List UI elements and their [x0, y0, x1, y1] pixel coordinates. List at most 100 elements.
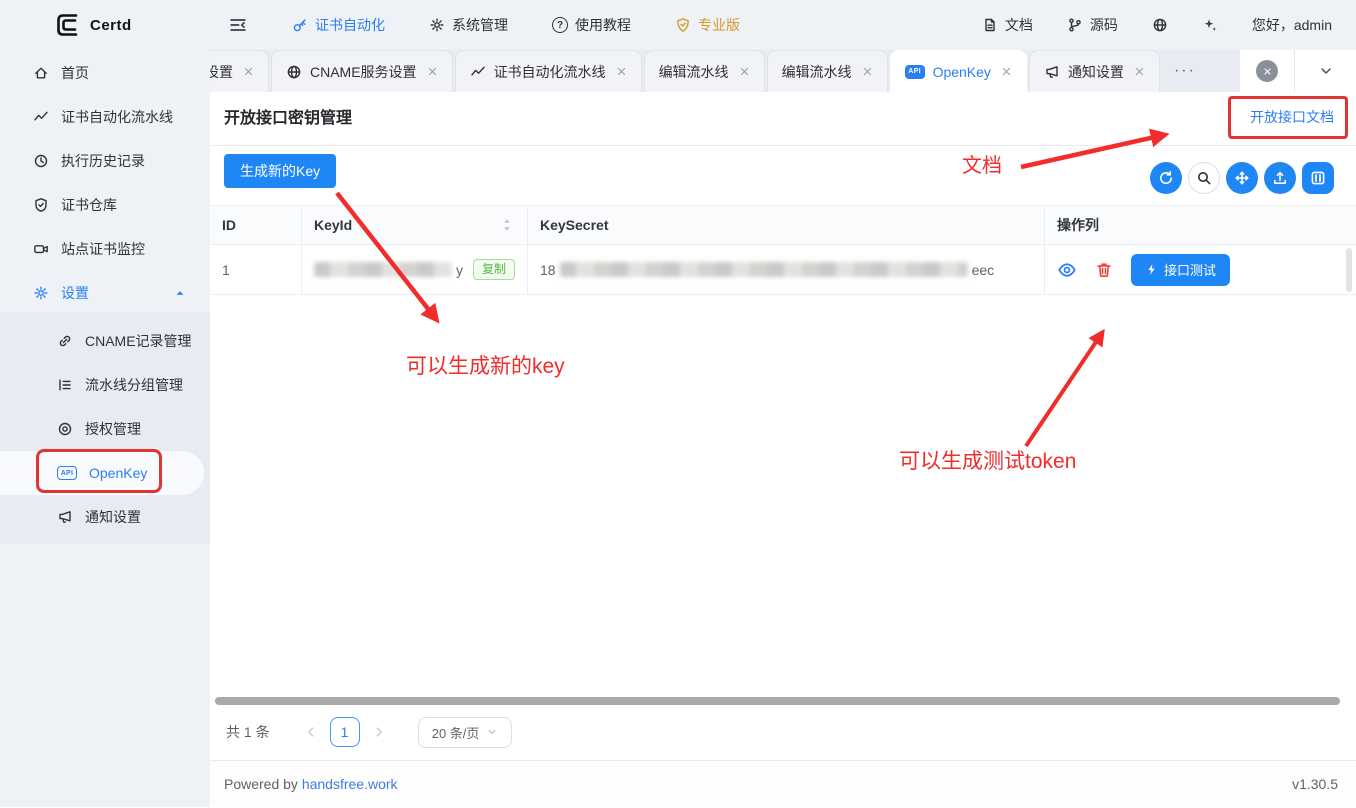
col-header-keysecret: KeySecret [528, 206, 1045, 244]
sidebar-item-cname-records[interactable]: CNAME记录管理 [0, 319, 210, 363]
sparkles-icon[interactable] [1202, 17, 1218, 33]
nav-item-label: 源码 [1090, 15, 1118, 35]
sidebar-item-auth-manage[interactable]: 授权管理 [0, 407, 210, 451]
collapse-menu-icon[interactable] [228, 15, 248, 35]
plus-arrows-icon [1234, 170, 1250, 186]
shield-check-icon [33, 197, 49, 213]
tab-edit-pipeline-2[interactable]: 编辑流水线 [767, 50, 888, 92]
sidebar-item-pipelines[interactable]: 证书自动化流水线 [0, 95, 210, 139]
handsfree-link[interactable]: handsfree.work [302, 776, 398, 792]
page-number-button[interactable]: 1 [330, 717, 360, 747]
search-button[interactable] [1188, 162, 1220, 194]
navbar-menu: 证书自动化 系统管理 ? 使用教程 专业版 [292, 0, 740, 50]
page-header: 开放接口密钥管理 开放接口文档 [210, 92, 1356, 146]
refresh-button[interactable] [1150, 162, 1182, 194]
user-greeting[interactable]: 您好，admin [1252, 15, 1332, 35]
tabs-dropdown-button[interactable] [1295, 64, 1356, 78]
trash-icon[interactable] [1095, 261, 1113, 279]
nav-item-source-code[interactable]: 源码 [1067, 15, 1118, 35]
link-icon [57, 333, 73, 349]
tab-cert-pipelines[interactable]: 证书自动化流水线 [455, 50, 642, 92]
generate-key-button[interactable]: 生成新的Key [224, 154, 336, 188]
tabs-more-button[interactable]: ··· [1162, 50, 1208, 92]
keyid-visible-text: y [456, 262, 463, 278]
navbar-right: 文档 源码 您好，admin [982, 0, 1332, 50]
sidebar-item-notify-settings[interactable]: 通知设置 [0, 495, 210, 539]
top-navbar: Certd 证书自动化 系统管理 ? 使用教程 专业版 文档 源码 [0, 0, 1356, 50]
keysecret-prefix: 18 [540, 262, 556, 278]
close-all-tabs-button[interactable] [1256, 60, 1278, 82]
pagination-total: 共 1 条 [226, 722, 270, 742]
tab-notify-settings[interactable]: 通知设置 [1029, 50, 1160, 92]
badge-icon [675, 17, 691, 33]
prev-page-icon[interactable] [304, 725, 318, 739]
api-badge-icon: API [905, 65, 925, 79]
tab-flow-settings[interactable]: 流设置 [210, 50, 269, 92]
close-icon[interactable] [616, 66, 627, 77]
tab-openkey[interactable]: API OpenKey [890, 50, 1027, 92]
eye-icon[interactable] [1057, 260, 1077, 280]
page-size-select[interactable]: 20 条/页 [418, 717, 512, 748]
certd-logo-icon [55, 12, 81, 38]
nav-item-label: 系统管理 [452, 15, 508, 35]
tab-cname-service[interactable]: CNAME服务设置 [271, 50, 453, 92]
nav-item-tutorial[interactable]: ? 使用教程 [552, 15, 631, 35]
openkey-table: ID KeyId KeySecret 操作列 1 y 复制 18 eec [210, 205, 1356, 295]
sidebar-item-history[interactable]: 执行历史记录 [0, 139, 210, 183]
nav-item-label: 使用教程 [575, 15, 631, 35]
home-icon [33, 65, 49, 81]
close-icon[interactable] [862, 66, 873, 77]
cell-keyid: y 复制 [302, 245, 528, 294]
col-header-id: ID [210, 206, 302, 244]
close-icon[interactable] [1134, 66, 1145, 77]
sidebar-item-settings[interactable]: 设置 [0, 271, 210, 315]
cell-actions: 接口测试 [1045, 245, 1356, 294]
open-api-doc-link[interactable]: 开放接口文档 [1250, 92, 1334, 142]
close-icon[interactable] [427, 66, 438, 77]
compact-toggle-button[interactable] [1226, 162, 1258, 194]
nav-item-label: 文档 [1005, 15, 1033, 35]
keysecret-suffix: eec [972, 262, 995, 278]
flash-icon [1145, 263, 1158, 276]
vertical-scrollbar[interactable] [1346, 248, 1352, 292]
table-row: 1 y 复制 18 eec 接口测试 [210, 245, 1356, 295]
close-icon[interactable] [739, 66, 750, 77]
export-button[interactable] [1264, 162, 1296, 194]
col-header-keyid: KeyId [302, 206, 528, 244]
clock-icon [33, 153, 49, 169]
git-branch-icon [1067, 17, 1083, 33]
sidebar-item-site-monitor[interactable]: 站点证书监控 [0, 227, 210, 271]
chevron-down-icon [487, 727, 497, 737]
next-page-icon[interactable] [372, 725, 386, 739]
api-test-button[interactable]: 接口测试 [1131, 254, 1230, 286]
nav-item-pro-edition[interactable]: 专业版 [675, 15, 740, 35]
footer: Powered by handsfree.work v1.30.5 [210, 760, 1356, 807]
nav-item-system-manage[interactable]: 系统管理 [429, 15, 508, 35]
sidebar-item-home[interactable]: 首页 [0, 51, 210, 95]
tab-controls [1240, 50, 1356, 92]
close-icon[interactable] [243, 66, 254, 77]
nav-item-docs[interactable]: 文档 [982, 15, 1033, 35]
nav-item-cert-automation[interactable]: 证书自动化 [292, 15, 385, 35]
powered-by: Powered by handsfree.work [224, 761, 398, 808]
globe-icon[interactable] [1152, 17, 1168, 33]
table-header-row: ID KeyId KeySecret 操作列 [210, 205, 1356, 245]
question-icon: ? [552, 17, 568, 33]
close-icon[interactable] [1001, 66, 1012, 77]
horizontal-scrollbar[interactable] [215, 697, 1340, 705]
key-icon [292, 17, 308, 33]
redacted-keysecret [560, 262, 968, 277]
sidebar-item-pipeline-groups[interactable]: 流水线分组管理 [0, 363, 210, 407]
trend-icon [33, 109, 49, 125]
sidebar-item-cert-store[interactable]: 证书仓库 [0, 183, 210, 227]
sort-icon[interactable] [503, 218, 511, 232]
list-group-icon [57, 377, 73, 393]
tab-edit-pipeline-1[interactable]: 编辑流水线 [644, 50, 765, 92]
sidebar-item-openkey[interactable]: API OpenKey [0, 451, 204, 495]
document-icon [982, 17, 998, 33]
tab-strip: 流设置 CNAME服务设置 证书自动化流水线 编辑流水线 编辑流水线 API O… [210, 50, 1356, 92]
app-logo[interactable]: Certd [55, 0, 132, 50]
api-badge-icon: API [57, 466, 77, 480]
columns-settings-button[interactable] [1302, 162, 1334, 194]
copy-tag[interactable]: 复制 [473, 259, 515, 279]
